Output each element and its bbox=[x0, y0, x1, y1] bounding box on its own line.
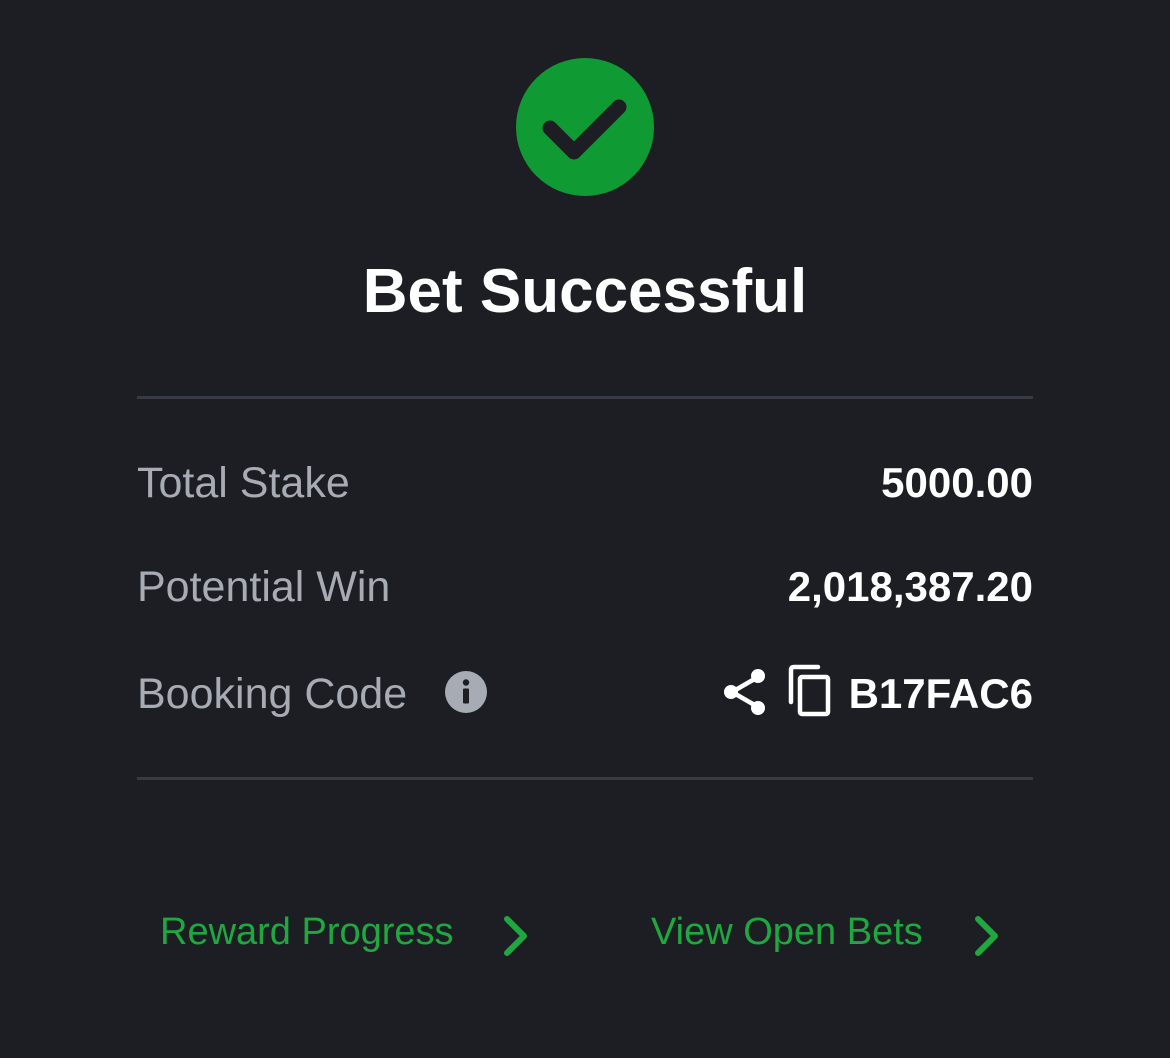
total-stake-label: Total Stake bbox=[137, 459, 350, 507]
copy-icon[interactable] bbox=[785, 664, 833, 718]
booking-code-row: Booking Code B17FAC6 bbox=[137, 664, 1033, 724]
success-check-icon bbox=[516, 58, 654, 196]
total-stake-value: 5000.00 bbox=[881, 459, 1033, 506]
chevron-right-icon bbox=[500, 914, 530, 958]
booking-code-label: Booking Code bbox=[137, 670, 408, 718]
share-icon[interactable] bbox=[722, 667, 768, 717]
reward-progress-label: Reward Progress bbox=[160, 911, 454, 953]
view-open-bets-link[interactable]: View Open Bets bbox=[651, 900, 1011, 964]
view-open-bets-label: View Open Bets bbox=[651, 911, 923, 953]
booking-code-value: B17FAC6 bbox=[848, 670, 1033, 717]
total-stake-row: Total Stake 5000.00 bbox=[137, 453, 1033, 513]
potential-win-row: Potential Win 2,018,387.20 bbox=[137, 557, 1033, 617]
potential-win-value: 2,018,387.20 bbox=[787, 563, 1033, 610]
reward-progress-link[interactable]: Reward Progress bbox=[160, 900, 540, 964]
top-divider bbox=[137, 396, 1033, 399]
bottom-divider bbox=[137, 777, 1033, 780]
chevron-right-icon bbox=[971, 914, 1001, 958]
info-icon[interactable] bbox=[444, 670, 488, 714]
page-title: Bet Successful bbox=[362, 257, 808, 326]
potential-win-label: Potential Win bbox=[137, 563, 391, 611]
